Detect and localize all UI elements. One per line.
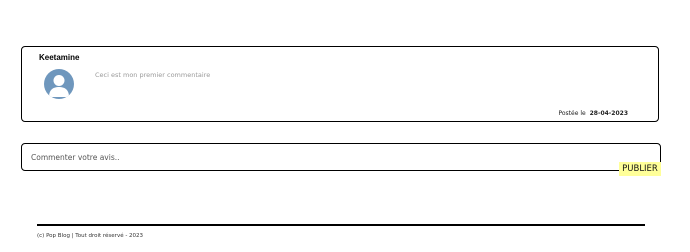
publish-button[interactable]: PUBLIER — [619, 162, 661, 176]
posted-date: Postée le 28-04-2023 — [558, 110, 628, 117]
comment-author: Keetamine — [39, 53, 80, 62]
posted-date-value: 28-04-2023 — [589, 110, 628, 117]
comment-text: Ceci est mon premier commentaire — [95, 71, 211, 79]
copyright-text: (c) Pop Blog | Tout droit réservé - 2023 — [37, 233, 144, 239]
posted-label: Postée le — [558, 110, 586, 117]
comment-input[interactable] — [21, 143, 661, 171]
avatar — [44, 69, 74, 99]
default-user-icon — [49, 75, 69, 97]
comment-card: Keetamine Ceci est mon premier commentai… — [21, 46, 659, 122]
footer-divider — [37, 224, 645, 226]
